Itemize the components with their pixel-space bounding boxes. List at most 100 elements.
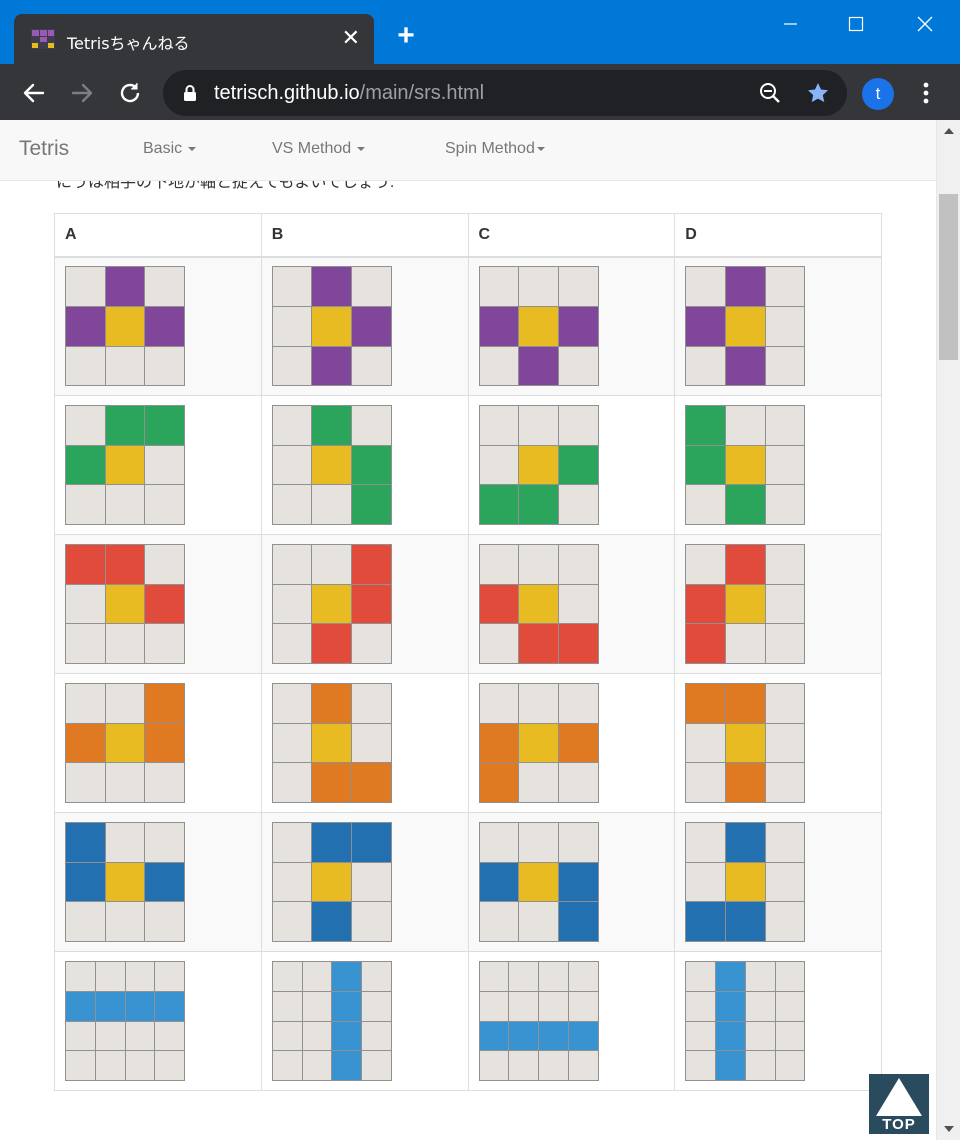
mino-block (66, 545, 105, 584)
mino-block (716, 1051, 745, 1080)
scroll-down-arrow-icon[interactable] (944, 1126, 954, 1132)
scroll-up-arrow-icon[interactable] (944, 128, 954, 134)
tab-title: Tetrisちゃんねる (67, 34, 190, 53)
empty-block (352, 902, 391, 941)
tetris-favicon-icon (31, 29, 55, 49)
browser-tab[interactable]: Tetrisちゃんねる ✕ (14, 14, 374, 64)
column-header: C (467, 213, 676, 258)
empty-block (558, 584, 598, 624)
empty-block (765, 485, 805, 524)
site-brand[interactable]: Tetris (19, 137, 69, 161)
back-arrow-icon[interactable] (19, 78, 49, 108)
empty-block (686, 346, 725, 386)
empty-block (765, 545, 805, 584)
mino-block (686, 684, 725, 723)
nav-vs-method[interactable]: VS Method (272, 140, 366, 158)
empty-block (302, 962, 332, 991)
mino-block (352, 306, 391, 346)
rotation-table: A B C D (54, 213, 882, 1091)
center-block (519, 862, 558, 902)
rotation-cell (260, 534, 469, 674)
empty-block (105, 485, 145, 524)
nav-basic[interactable]: Basic (143, 140, 197, 158)
mino-block (725, 267, 765, 306)
empty-block (95, 1021, 125, 1051)
rotation-cell (54, 534, 262, 674)
mino-block (66, 306, 105, 346)
empty-block (568, 962, 598, 991)
empty-block (302, 991, 332, 1021)
empty-block (155, 1051, 184, 1080)
center-block (725, 862, 765, 902)
empty-block (352, 723, 391, 763)
mino-block (479, 1021, 509, 1051)
mino-block (66, 862, 105, 902)
empty-block (686, 962, 715, 991)
mino-block (332, 991, 361, 1021)
empty-block (272, 406, 312, 445)
empty-block (272, 1051, 302, 1080)
mino-block (312, 267, 352, 306)
menu-kebab-icon[interactable] (912, 78, 940, 108)
minimize-icon[interactable] (775, 10, 805, 40)
empty-block (66, 584, 105, 624)
reload-icon[interactable] (115, 78, 145, 108)
mino-block (352, 584, 391, 624)
mino-block (66, 723, 105, 763)
close-window-icon[interactable] (910, 10, 940, 40)
mino-block (352, 823, 391, 862)
empty-block (519, 684, 558, 723)
empty-block (272, 823, 312, 862)
rotation-cell (467, 951, 676, 1091)
tab-close-icon[interactable]: ✕ (342, 26, 360, 50)
caret-down-icon (188, 146, 197, 151)
new-tab-icon[interactable]: + (392, 21, 420, 51)
mino-block (332, 1021, 361, 1051)
bookmark-star-icon[interactable] (806, 81, 830, 105)
empty-block (66, 684, 105, 723)
empty-block (272, 485, 312, 524)
empty-block (686, 545, 725, 584)
piece-J-grid (685, 822, 806, 942)
empty-block (145, 763, 184, 802)
empty-block (105, 624, 145, 663)
empty-block (272, 991, 302, 1021)
center-block (312, 723, 352, 763)
empty-block (725, 624, 765, 663)
mino-block (686, 306, 725, 346)
empty-block (479, 624, 519, 663)
mino-block (66, 445, 105, 485)
empty-block (352, 267, 391, 306)
forward-arrow-icon[interactable] (67, 78, 97, 108)
piece-T-grid (271, 266, 392, 387)
empty-block (745, 1021, 775, 1051)
mino-block (479, 485, 519, 524)
empty-block (539, 991, 568, 1021)
scrollbar-thumb[interactable] (939, 194, 958, 360)
empty-block (765, 346, 805, 386)
zoom-out-icon[interactable] (759, 82, 781, 104)
maximize-icon[interactable] (841, 10, 871, 40)
piece-Z-grid (685, 544, 806, 664)
profile-avatar[interactable]: t (862, 78, 894, 110)
empty-block (362, 991, 391, 1021)
empty-block (272, 545, 312, 584)
mino-block (105, 406, 145, 445)
center-block (519, 723, 558, 763)
empty-block (765, 406, 805, 445)
mino-block (352, 763, 391, 802)
back-to-top-button[interactable]: TOP (869, 1074, 929, 1134)
empty-block (66, 485, 105, 524)
empty-block (765, 763, 805, 802)
piece-I-grid (271, 961, 392, 1081)
page-scrollbar[interactable] (936, 120, 960, 1140)
mino-block (725, 346, 765, 386)
rotation-cell (54, 256, 262, 396)
nav-spin-method[interactable]: Spin Method (445, 140, 545, 158)
caret-down-icon (536, 146, 545, 151)
address-bar[interactable]: tetrisch.github.io/main/srs.html (163, 70, 847, 116)
empty-block (765, 684, 805, 723)
empty-block (519, 267, 558, 306)
piece-S-grid (271, 405, 392, 525)
empty-block (105, 684, 145, 723)
